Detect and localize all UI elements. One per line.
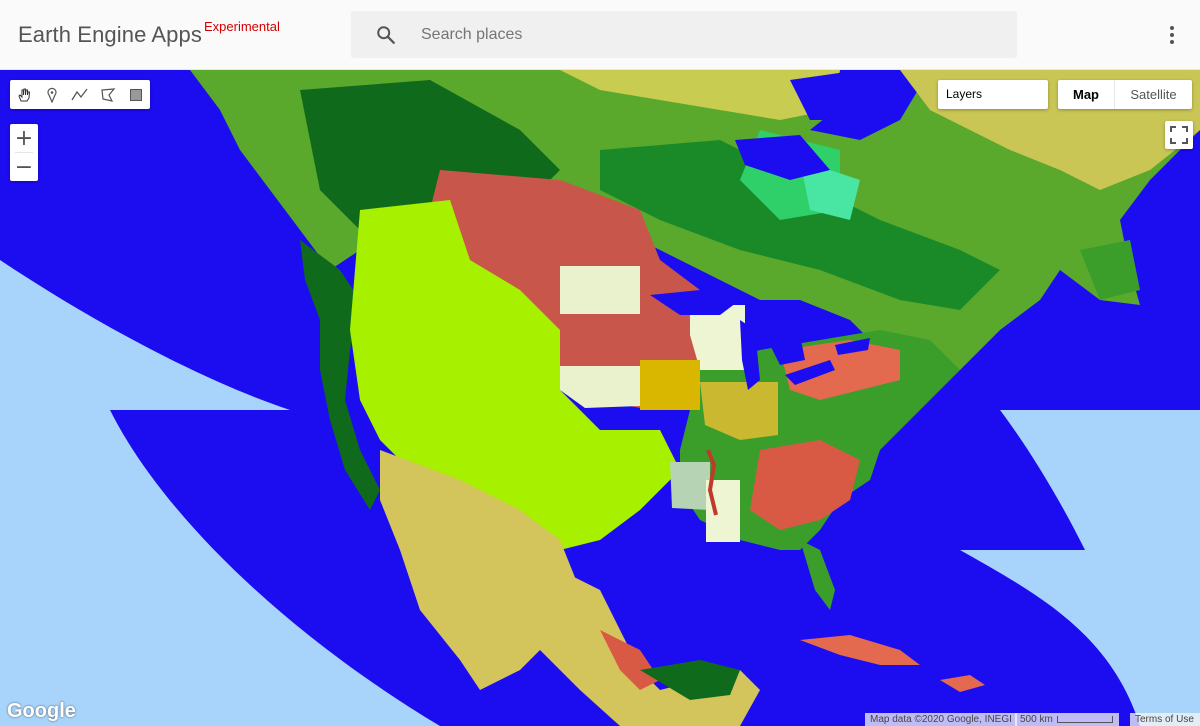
cropland-patch-1 xyxy=(560,266,640,314)
layers-button[interactable]: Layers xyxy=(938,80,1048,109)
polyline-icon[interactable] xyxy=(66,80,94,109)
marker-icon[interactable] xyxy=(38,80,66,109)
land-hispaniola xyxy=(940,675,985,692)
map-canvas[interactable]: + − Layers Map Satellite Google Map data… xyxy=(0,70,1200,726)
more-vert-icon[interactable] xyxy=(1160,22,1184,48)
drawing-toolbar xyxy=(10,80,150,109)
land-cover-map xyxy=(0,70,1200,726)
land-florida xyxy=(800,540,835,610)
app-title: Earth Engine Apps xyxy=(18,22,202,47)
land-cuba xyxy=(800,635,920,665)
google-logo: Google xyxy=(7,700,76,722)
terms-of-use-link[interactable]: Terms of Use xyxy=(1130,713,1200,726)
no-data-region-east xyxy=(960,410,1200,726)
search-icon[interactable] xyxy=(375,24,397,46)
map-type-control: Map Satellite xyxy=(1058,80,1192,109)
app-header: Earth Engine Apps Experimental xyxy=(0,0,1200,70)
map-type-satellite-button[interactable]: Satellite xyxy=(1115,80,1192,109)
map-attribution: Map data ©2020 Google, INEGI xyxy=(865,713,1017,726)
search-input[interactable] xyxy=(421,11,1001,58)
cropland-patch-3 xyxy=(560,366,640,408)
scale-bar-line xyxy=(1057,716,1113,723)
zoom-control: + − xyxy=(10,124,38,181)
experimental-badge: Experimental xyxy=(204,19,280,34)
polygon-icon[interactable] xyxy=(94,80,122,109)
land-southeast-red xyxy=(750,440,860,530)
hand-pan-icon[interactable] xyxy=(10,80,38,109)
scale-label: 500 km xyxy=(1020,714,1053,725)
fullscreen-button[interactable] xyxy=(1165,121,1193,149)
fullscreen-icon xyxy=(1170,126,1188,144)
search-box[interactable] xyxy=(351,11,1017,58)
cropland-patch-4 xyxy=(640,360,700,410)
zoom-out-button[interactable]: − xyxy=(10,153,38,181)
cropland-patch-6 xyxy=(670,462,710,510)
zoom-in-button[interactable]: + xyxy=(10,124,38,152)
rectangle-icon[interactable] xyxy=(122,80,150,109)
map-type-map-button[interactable]: Map xyxy=(1058,80,1115,109)
scale-bar[interactable]: 500 km xyxy=(1015,713,1119,726)
